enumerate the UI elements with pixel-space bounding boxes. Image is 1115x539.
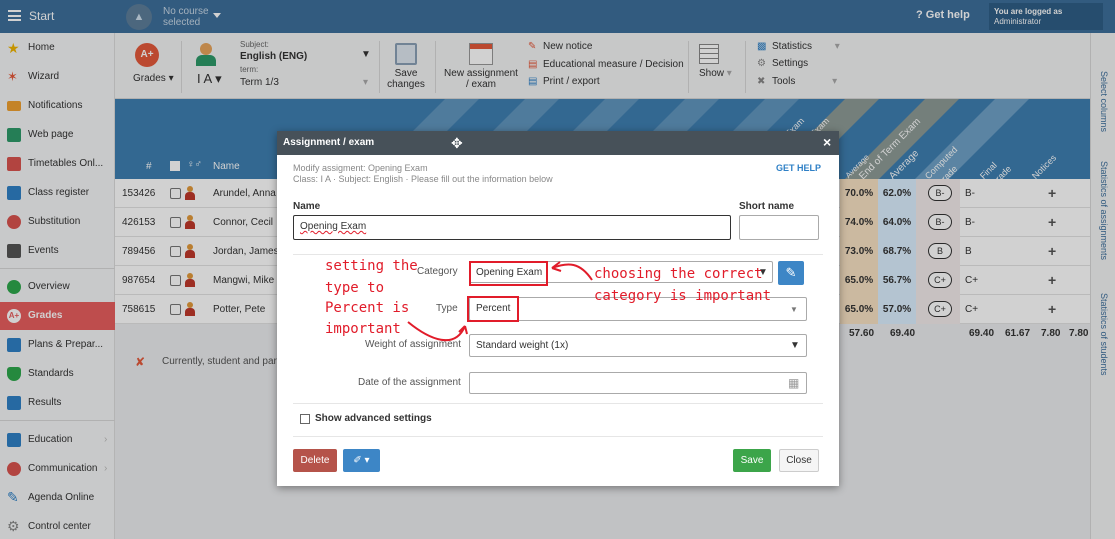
annotation-arrows: [407, 261, 593, 342]
